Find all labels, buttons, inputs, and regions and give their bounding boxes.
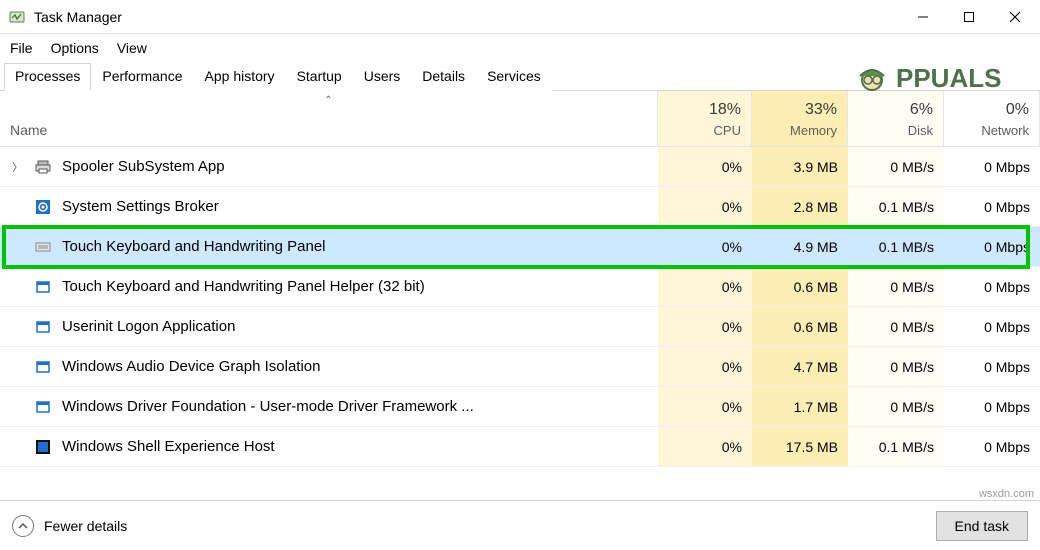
- close-button[interactable]: [992, 0, 1038, 34]
- tabs: Processes Performance App history Startu…: [0, 62, 1040, 91]
- process-icon: [34, 358, 52, 376]
- disk-value: 0 MB/s: [848, 387, 944, 426]
- process-name: Touch Keyboard and Handwriting Panel Hel…: [62, 278, 425, 295]
- expand-chevron-icon[interactable]: 〉: [12, 159, 24, 175]
- memory-value: 4.9 MB: [752, 227, 848, 266]
- tab-details[interactable]: Details: [411, 63, 476, 91]
- cpu-value: 0%: [658, 187, 752, 226]
- memory-value: 4.7 MB: [752, 347, 848, 386]
- disk-value: 0 MB/s: [848, 267, 944, 306]
- memory-value: 2.8 MB: [752, 187, 848, 226]
- disk-value: 0.1 MB/s: [848, 427, 944, 466]
- process-row[interactable]: 〉Touch Keyboard and Handwriting Panel0%4…: [0, 227, 1040, 267]
- network-value: 0 Mbps: [944, 187, 1040, 226]
- sort-asc-icon: ⌃: [324, 95, 332, 106]
- source-tag: wsxdn.com: [979, 488, 1034, 500]
- minimize-button[interactable]: [900, 0, 946, 34]
- tab-users[interactable]: Users: [353, 63, 412, 91]
- cpu-value: 0%: [658, 267, 752, 306]
- disk-value: 0.1 MB/s: [848, 227, 944, 266]
- process-row[interactable]: 〉Touch Keyboard and Handwriting Panel He…: [0, 267, 1040, 307]
- network-value: 0 Mbps: [944, 387, 1040, 426]
- task-manager-icon: [8, 8, 26, 26]
- menu-options[interactable]: Options: [51, 40, 99, 56]
- cpu-value: 0%: [658, 387, 752, 426]
- disk-value: 0 MB/s: [848, 147, 944, 186]
- tab-app-history[interactable]: App history: [194, 63, 286, 91]
- memory-value: 17.5 MB: [752, 427, 848, 466]
- process-row[interactable]: 〉Userinit Logon Application0%0.6 MB0 MB/…: [0, 307, 1040, 347]
- column-header-memory[interactable]: 33% Memory: [752, 91, 848, 146]
- process-icon: [34, 438, 52, 456]
- process-icon: [34, 238, 52, 256]
- tab-services[interactable]: Services: [476, 63, 552, 91]
- process-icon: [34, 198, 52, 216]
- memory-value: 1.7 MB: [752, 387, 848, 426]
- disk-value: 0.1 MB/s: [848, 187, 944, 226]
- menu-view[interactable]: View: [117, 40, 147, 56]
- memory-value: 0.6 MB: [752, 307, 848, 346]
- network-value: 0 Mbps: [944, 267, 1040, 306]
- network-value: 0 Mbps: [944, 147, 1040, 186]
- window-title: Task Manager: [34, 9, 122, 25]
- end-task-button[interactable]: End task: [936, 511, 1028, 541]
- column-header-name[interactable]: ⌃ Name: [0, 91, 658, 146]
- process-icon: [34, 158, 52, 176]
- process-row[interactable]: 〉System Settings Broker0%2.8 MB0.1 MB/s0…: [0, 187, 1040, 227]
- memory-value: 0.6 MB: [752, 267, 848, 306]
- network-value: 0 Mbps: [944, 227, 1040, 266]
- chevron-up-icon: [12, 515, 34, 537]
- network-value: 0 Mbps: [944, 307, 1040, 346]
- memory-value: 3.9 MB: [752, 147, 848, 186]
- network-value: 0 Mbps: [944, 347, 1040, 386]
- menu-file[interactable]: File: [10, 40, 33, 56]
- process-name: Windows Shell Experience Host: [62, 438, 275, 455]
- process-name: Spooler SubSystem App: [62, 158, 225, 175]
- tab-startup[interactable]: Startup: [286, 63, 353, 91]
- cpu-value: 0%: [658, 347, 752, 386]
- column-header-disk[interactable]: 6% Disk: [848, 91, 944, 146]
- process-row[interactable]: 〉Windows Driver Foundation - User-mode D…: [0, 387, 1040, 427]
- process-icon: [34, 278, 52, 296]
- process-name: Windows Driver Foundation - User-mode Dr…: [62, 398, 474, 415]
- process-icon: [34, 398, 52, 416]
- disk-value: 0 MB/s: [848, 307, 944, 346]
- process-name: System Settings Broker: [62, 198, 219, 215]
- process-name: Touch Keyboard and Handwriting Panel: [62, 238, 326, 255]
- tab-performance[interactable]: Performance: [91, 63, 193, 91]
- process-row[interactable]: 〉Windows Audio Device Graph Isolation0%4…: [0, 347, 1040, 387]
- process-icon: [34, 318, 52, 336]
- process-row[interactable]: 〉 Spooler SubSystem App 0%3.9 MB0 MB/s0 Mb…: [0, 147, 1040, 187]
- cpu-value: 0%: [658, 147, 752, 186]
- network-value: 0 Mbps: [944, 427, 1040, 466]
- process-name: Userinit Logon Application: [62, 318, 235, 335]
- tab-processes[interactable]: Processes: [4, 63, 91, 91]
- fewer-details-toggle[interactable]: Fewer details: [12, 515, 127, 537]
- disk-value: 0 MB/s: [848, 347, 944, 386]
- column-header-cpu[interactable]: 18% CPU: [658, 91, 752, 146]
- process-name: Windows Audio Device Graph Isolation: [62, 358, 320, 375]
- process-row[interactable]: 〉Windows Shell Experience Host0%17.5 MB0…: [0, 427, 1040, 467]
- cpu-value: 0%: [658, 227, 752, 266]
- cpu-value: 0%: [658, 427, 752, 466]
- column-header-network[interactable]: 0% Network: [944, 91, 1040, 146]
- cpu-value: 0%: [658, 307, 752, 346]
- maximize-button[interactable]: [946, 0, 992, 34]
